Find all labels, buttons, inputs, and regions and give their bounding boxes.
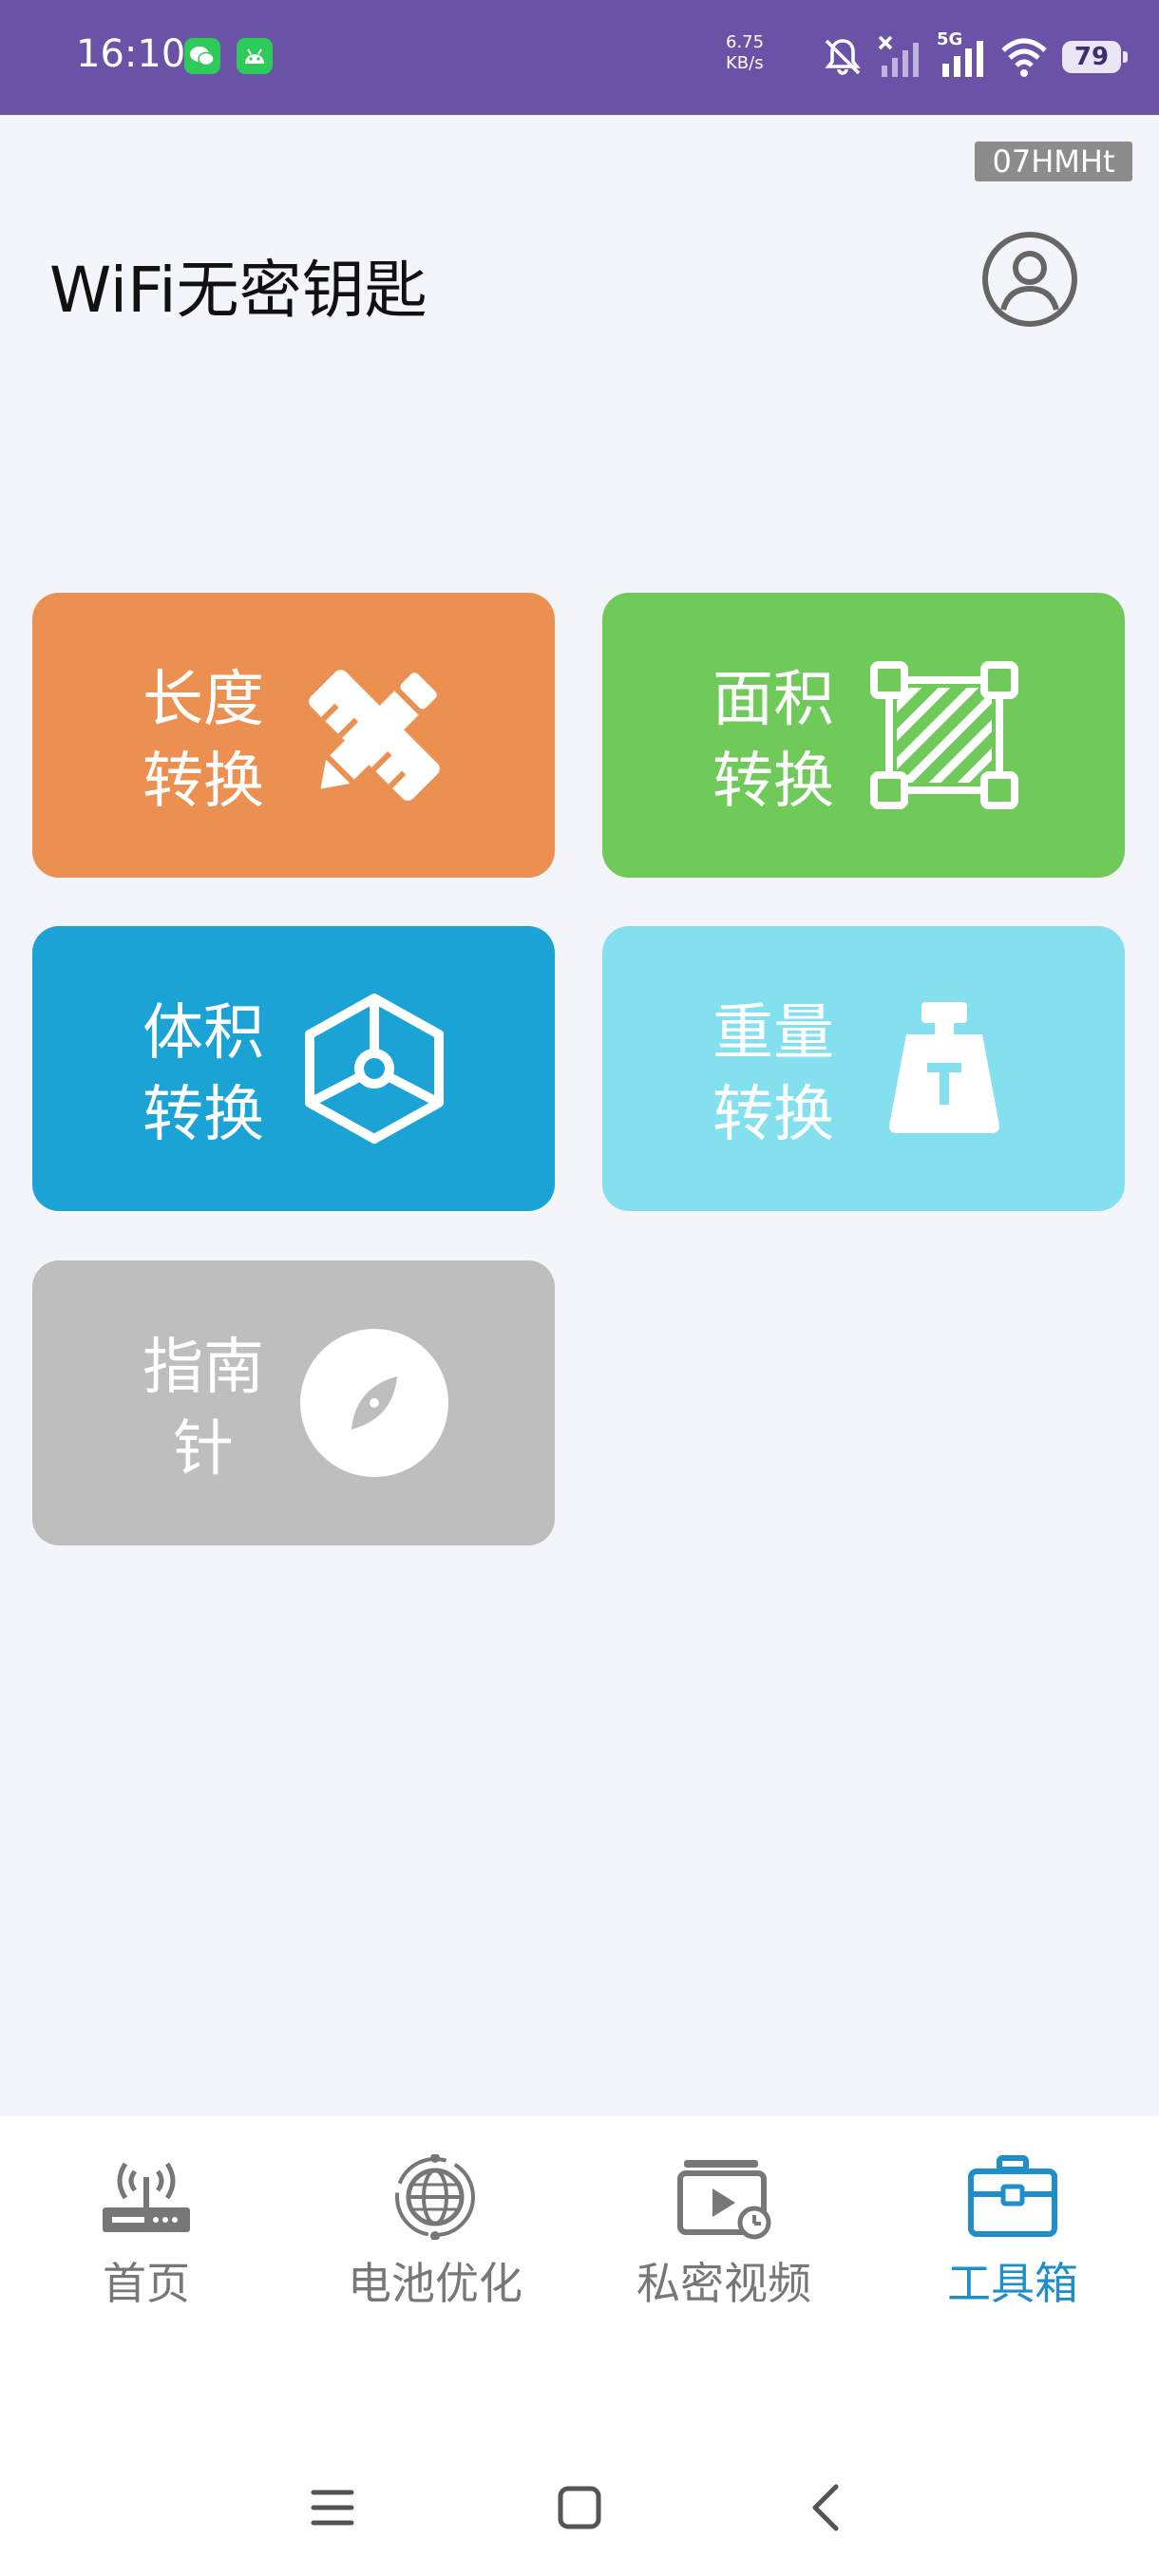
compass-icon [300,1329,448,1477]
tile-area-convert[interactable]: 面积 转换 [602,593,1125,878]
weight-icon [889,1002,999,1133]
toolbox-icon [968,2155,1057,2237]
net-speed-value: 6.75 [726,32,765,52]
video-icon [677,2160,771,2240]
nav-item-home[interactable]: 首页 [23,2154,270,2309]
tile-label: 长度 转换 [142,665,264,817]
nav-label: 电池优化 [348,2258,522,2309]
back-icon[interactable] [798,2479,855,2536]
no-signal-icon [878,35,919,77]
account-icon[interactable] [980,230,1079,329]
tile-label: 面积 转换 [712,665,834,817]
nav-label: 工具箱 [947,2258,1078,2309]
battery-icon: 79 [1062,41,1128,73]
signal-icon [942,41,983,77]
mute-icon [825,39,861,75]
tile-label: 重量 转换 [712,998,834,1150]
net-speed: 6.75 KB/s [726,32,764,74]
tile-compass[interactable]: 指南针 [32,1260,555,1545]
tile-length-convert[interactable]: 长度 转换 [32,593,555,878]
tile-volume-convert[interactable]: 体积 转换 [32,926,555,1211]
menu-icon[interactable] [304,2479,361,2536]
android-icon [237,38,273,74]
nav-label: 私密视频 [636,2258,811,2309]
ruler-pencil-icon [309,670,440,801]
net-speed-unit: KB/s [726,53,764,73]
tile-weight-convert[interactable]: 重量 转换 [602,926,1125,1211]
globe-icon [395,2154,475,2240]
battery-level: 79 [1074,43,1110,71]
nav-item-toolbox[interactable]: 工具箱 [889,2154,1136,2309]
status-time: 16:10 [76,32,186,76]
wechat-icon [184,38,220,74]
home-icon[interactable] [551,2479,608,2536]
nav-item-battery-optimize[interactable]: 电池优化 [312,2154,559,2309]
router-icon [103,2162,190,2232]
status-bar: 16:10 6.75 KB/s 5G 79 [0,0,1159,115]
wifi-icon [1001,38,1047,77]
cube-icon [305,994,444,1144]
device-tag: 07HMHt [975,142,1132,181]
tile-label: 体积 转换 [142,998,264,1150]
page-title: WiFi无密钥匙 [49,254,428,327]
status-icons: 5G 79 [821,28,1128,85]
tile-label: 指南针 [142,1333,264,1485]
nav-label: 首页 [103,2258,190,2309]
nav-item-private-video[interactable]: 私密视频 [600,2154,847,2309]
area-icon [870,661,1018,809]
